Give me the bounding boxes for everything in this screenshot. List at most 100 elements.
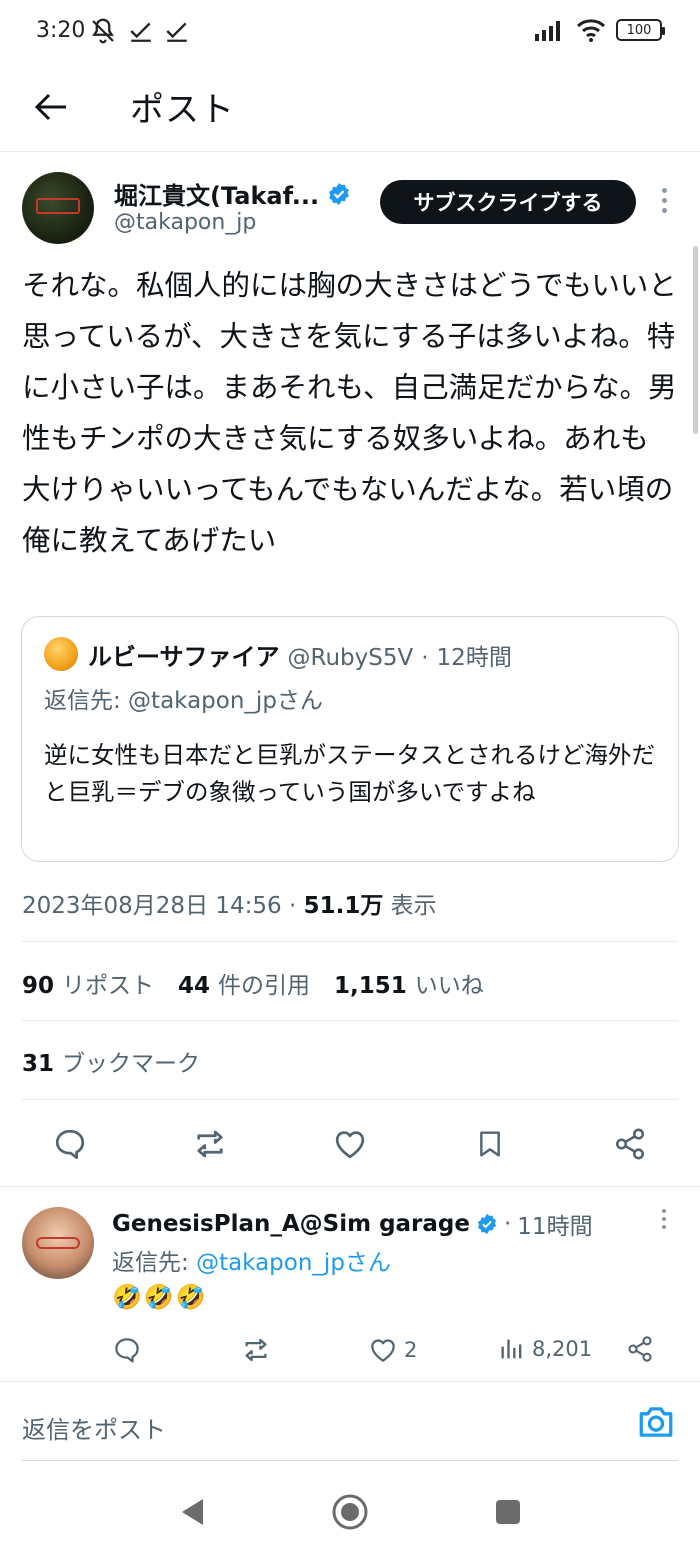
reply-actions: 2 8,201 [0,1333,700,1373]
bookmarks-count: 31 [22,1051,55,1077]
post-stats: 90 リポスト 44 件の引用 1,151 いいね [22,966,484,1000]
repost-button[interactable] [188,1122,232,1166]
quotes-count: 44 [178,973,211,999]
view-count: 51.1万 [303,893,384,919]
reply-composer: 返信をポスト [0,1381,700,1461]
reply-views-button[interactable]: 8,201 [498,1335,592,1363]
post-author: 堀江貴文(Takaf... @takapon_jp サブスクライブする [0,152,700,252]
reply-like-button[interactable]: 2 [368,1335,417,1365]
quote-author-name: ルビーサファイア [88,643,280,671]
nav-home-button[interactable] [328,1490,372,1534]
repost-icon [197,1130,223,1158]
post-datetime: 2023年08月28日 14:56 [22,893,282,919]
back-button[interactable] [28,84,74,130]
repost-icon [245,1338,267,1362]
post-actions [0,1118,700,1170]
nav-back-button[interactable] [170,1490,214,1534]
reply-more-options-icon[interactable] [656,1209,672,1235]
quote-time: 12時間 [436,645,512,671]
wifi-icon [576,19,606,42]
reply-author-avatar[interactable] [22,1207,94,1279]
check-icon [130,22,151,42]
system-nav-bar [0,1470,700,1555]
share-icon [628,1336,652,1362]
scrollbar[interactable] [693,246,698,434]
camera-button[interactable] [636,1404,680,1444]
mute-icon [92,18,114,44]
reply-author-name[interactable]: GenesisPlan_A@Sim garage [112,1211,470,1237]
reply-time: 11時間 [517,1214,593,1240]
subscribe-button[interactable]: サブスクライブする [380,180,636,224]
divider [22,941,678,942]
likes-stat[interactable]: 1,151 いいね [334,966,484,1000]
quotes-label: 件の引用 [218,973,311,999]
reply-repost-button[interactable] [240,1335,272,1365]
camera-icon [639,1407,673,1437]
timestamp-separator: · [281,893,304,919]
quote-author-handle: @RubyS5V [287,645,414,671]
reply-reply-to: 返信先: @takapon_jpさん [112,1243,391,1277]
reply-header: GenesisPlan_A@Sim garage · 11時間 [112,1207,593,1241]
reply-reply-button[interactable] [112,1335,142,1365]
like-button[interactable] [328,1122,372,1166]
reply-text: 🤣🤣🤣 [112,1283,208,1311]
reposts-label: リポスト [62,973,155,999]
reply-post[interactable]: GenesisPlan_A@Sim garage · 11時間 返信先: @ta… [0,1187,700,1381]
status-left-icons [88,16,190,46]
likes-label: いいね [414,973,484,999]
share-icon [615,1128,645,1160]
back-arrow-icon [34,93,66,121]
quote-author-avatar [44,637,78,671]
verified-badge-icon [477,1213,497,1235]
nav-recents-button[interactable] [486,1490,530,1534]
bookmark-button[interactable] [468,1122,512,1166]
author-name: 堀江貴文(Takaf... [114,182,320,210]
reply-input[interactable]: 返信をポスト [22,1410,166,1445]
post-timestamp: 2023年08月28日 14:56 · 51.1万 表示 [22,886,437,920]
reply-like-count: 2 [404,1338,418,1362]
nav-recents-icon [496,1500,520,1524]
divider [22,1020,678,1021]
reply-view-count: 8,201 [532,1337,593,1361]
author-name-row[interactable]: 堀江貴文(Takaf... [114,176,351,211]
reply-dot: · [503,1211,512,1237]
status-right-icons: 100 [534,18,665,42]
heart-icon [371,1339,395,1362]
reposts-stat[interactable]: 90 リポスト [22,966,154,1000]
quote-dot: · [421,645,429,671]
reply-to-handle-link[interactable]: @takapon_jpさん [196,1250,391,1276]
share-button[interactable] [608,1122,652,1166]
analytics-icon [501,1339,522,1359]
reposts-count: 90 [22,973,55,999]
likes-count: 1,151 [334,973,407,999]
quote-reply-to: 返信先: @takapon_jpさん [44,688,323,714]
more-options-icon[interactable] [654,188,674,218]
quotes-stat[interactable]: 44 件の引用 [178,966,310,1000]
view-label: 表示 [390,893,437,919]
verified-badge-icon [329,182,349,205]
reply-icon [55,1129,85,1159]
bookmarks-label: ブックマーク [62,1051,201,1077]
status-time: 3:20 [36,18,86,43]
heart-icon [335,1131,365,1159]
divider [22,1099,678,1100]
quote-text: 逆に女性も日本だと巨乳がステータスとされるけど海外だと巨乳＝デブの象徴っていう国… [44,741,655,806]
status-bar: 3:20 100 [0,0,700,66]
top-header: ポスト [0,66,700,152]
reply-button[interactable] [48,1122,92,1166]
post-text: それな。私個人的には胸の大きさはどうでもいいと思っているが、大きさを気にする子は… [22,269,677,557]
quote-header: ルビーサファイア @RubyS5V · 12時間 [88,637,512,672]
quoted-post[interactable]: ルビーサファイア @RubyS5V · 12時間 返信先: @takapon_j… [21,616,679,862]
signal-icon [535,21,560,41]
bookmark-icon [480,1131,500,1157]
check-icon [166,22,187,42]
reply-icon [115,1338,139,1363]
nav-home-icon [332,1494,368,1530]
reply-to-prefix: 返信先: [112,1250,197,1276]
nav-back-icon [182,1499,203,1525]
reply-share-button[interactable] [626,1335,654,1363]
bookmarks-stat[interactable]: 31 ブックマーク [22,1044,200,1078]
author-avatar[interactable] [22,172,94,244]
author-handle[interactable]: @takapon_jp [114,210,256,235]
battery-icon: 100 [616,19,665,41]
